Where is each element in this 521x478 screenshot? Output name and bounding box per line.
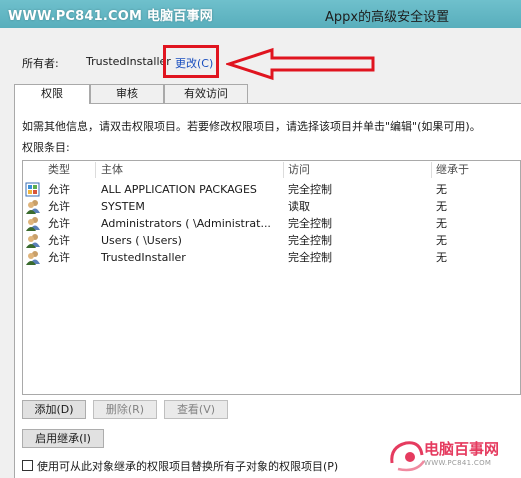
remove-button[interactable]: 删除(R) bbox=[93, 400, 157, 419]
cell-inherited-from: 无 bbox=[436, 200, 447, 213]
cell-access: 完全控制 bbox=[288, 251, 332, 264]
table-row[interactable]: 允许 TrustedInstaller 完全控制 无 bbox=[23, 249, 520, 266]
permission-entries-label: 权限条目: bbox=[22, 141, 70, 154]
change-owner-link[interactable]: 更改(C) bbox=[175, 55, 213, 71]
owner-name: TrustedInstaller bbox=[86, 55, 171, 68]
column-header-inherited-from[interactable]: 继承于 bbox=[436, 161, 469, 179]
table-row[interactable]: 允许 Administrators ( \Administrat... 完全控制… bbox=[23, 215, 520, 232]
cell-principal: SYSTEM bbox=[101, 200, 145, 213]
user-group-icon bbox=[26, 200, 40, 214]
title-bar: WWW.PC841.COM 电脑百事网 Appx的高级安全设置 bbox=[0, 0, 521, 28]
cell-principal: TrustedInstaller bbox=[101, 251, 186, 264]
column-divider bbox=[95, 162, 96, 178]
owner-label: 所有者: bbox=[22, 57, 59, 70]
cell-type: 允许 bbox=[48, 200, 70, 213]
brand-url: WWW.PC841.COM bbox=[424, 459, 492, 467]
cell-principal: Users ( \Users) bbox=[101, 234, 182, 247]
replace-child-permissions-label: 使用可从此对象继承的权限项目替换所有子对象的权限项目(P) bbox=[37, 460, 339, 473]
info-text: 如需其他信息，请双击权限项目。若要修改权限项目，请选择该项目并单击"编辑"(如果… bbox=[22, 120, 481, 133]
window-title: Appx的高级安全设置 bbox=[325, 10, 450, 25]
cell-access: 完全控制 bbox=[288, 234, 332, 247]
cell-principal: Administrators ( \Administrat... bbox=[101, 217, 271, 230]
cell-principal: ALL APPLICATION PACKAGES bbox=[101, 183, 257, 196]
cell-type: 允许 bbox=[48, 217, 70, 230]
arrow-left-icon bbox=[226, 47, 375, 81]
user-group-icon bbox=[26, 251, 40, 265]
cell-inherited-from: 无 bbox=[436, 217, 447, 230]
cell-access: 读取 bbox=[288, 200, 310, 213]
permission-entries-list[interactable]: 类型 主体 访问 继承于 允许 ALL APPLICATION PACKAGES… bbox=[22, 160, 521, 395]
cell-access: 完全控制 bbox=[288, 183, 332, 196]
table-row[interactable]: 允许 Users ( \Users) 完全控制 无 bbox=[23, 232, 520, 249]
add-button[interactable]: 添加(D) bbox=[22, 400, 86, 419]
cell-type: 允许 bbox=[48, 234, 70, 247]
cell-inherited-from: 无 bbox=[436, 234, 447, 247]
cell-access: 完全控制 bbox=[288, 217, 332, 230]
column-divider bbox=[283, 162, 284, 178]
cell-type: 允许 bbox=[48, 251, 70, 264]
cell-type: 允许 bbox=[48, 183, 70, 196]
user-group-icon bbox=[26, 234, 40, 248]
tab-permissions[interactable]: 权限 bbox=[14, 84, 90, 104]
enable-inheritance-button[interactable]: 启用继承(I) bbox=[22, 429, 104, 448]
package-group-icon bbox=[25, 182, 40, 197]
table-row[interactable]: 允许 SYSTEM 读取 无 bbox=[23, 198, 520, 215]
cell-inherited-from: 无 bbox=[436, 183, 447, 196]
tab-auditing[interactable]: 审核 bbox=[90, 84, 164, 103]
watermark-text: WWW.PC841.COM 电脑百事网 bbox=[8, 9, 213, 24]
user-group-icon bbox=[26, 217, 40, 231]
table-row[interactable]: 允许 ALL APPLICATION PACKAGES 完全控制 无 bbox=[23, 181, 520, 198]
view-button[interactable]: 查看(V) bbox=[164, 400, 228, 419]
column-header-type[interactable]: 类型 bbox=[48, 161, 70, 179]
cell-inherited-from: 无 bbox=[436, 251, 447, 264]
column-header-access[interactable]: 访问 bbox=[288, 161, 310, 179]
tab-effective-access[interactable]: 有效访问 bbox=[164, 84, 248, 103]
brand-name: 电脑百事网 bbox=[424, 440, 500, 458]
replace-child-permissions-checkbox[interactable] bbox=[22, 460, 33, 471]
column-divider bbox=[431, 162, 432, 178]
column-header-principal[interactable]: 主体 bbox=[101, 161, 123, 179]
